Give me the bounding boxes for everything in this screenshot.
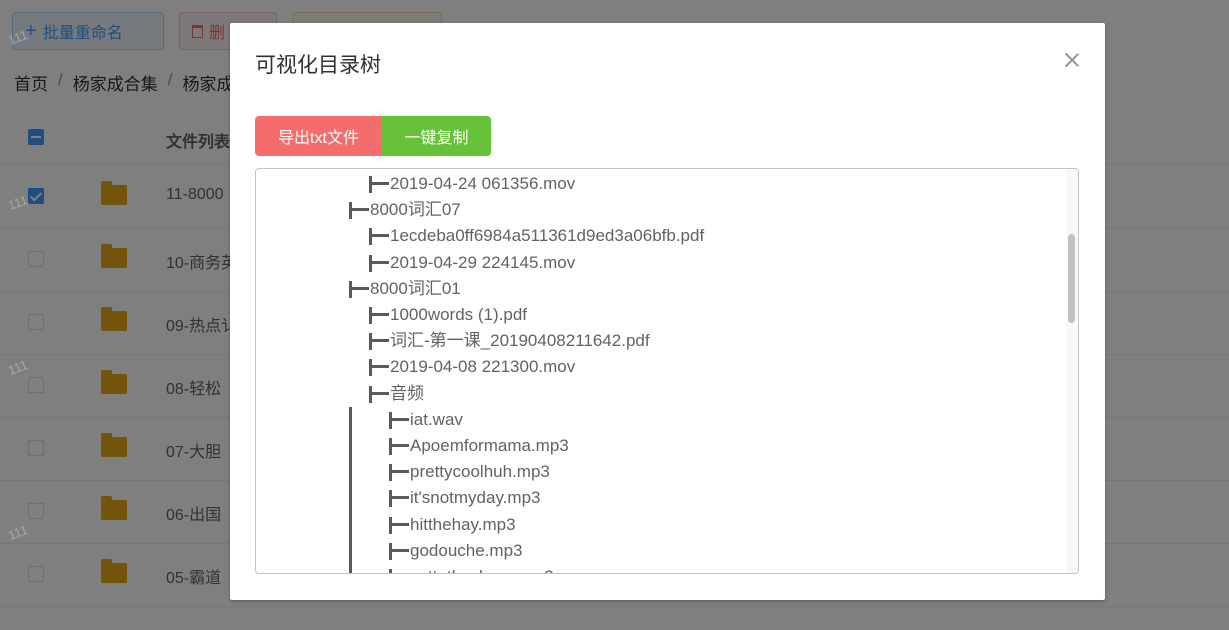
tree-ancestor-bar — [349, 406, 352, 434]
tree-branch-glyph — [391, 496, 409, 500]
tree-branch-glyph — [371, 391, 389, 395]
tree-branch-glyph — [391, 548, 409, 552]
tree-node-label: 8000词汇01 — [370, 278, 461, 298]
scrollbar-thumb[interactable] — [1068, 234, 1075, 323]
tree-ancestor-bar — [349, 433, 352, 460]
tree-branch-glyph — [371, 260, 389, 264]
tree-branch-glyph — [371, 339, 389, 343]
tree-node-label: Apoemformama.mp3 — [410, 436, 569, 455]
copy-all-button[interactable]: 一键复制 — [382, 116, 491, 156]
tree-node-label: 音频 — [390, 383, 424, 403]
tree-branch-glyph — [371, 365, 389, 369]
tree-branch-glyph — [389, 569, 392, 573]
tree-node-label: prettycoolhuh.mp3 — [410, 462, 550, 482]
directory-tree-textarea[interactable]: 2019-04-24 061356.mov 8000词汇07 1ecdeba0ff6… — [255, 168, 1079, 574]
tree-branch-glyph — [391, 444, 409, 447]
tree-node-label: 1ecdeba0ff6984a511361d9ed3a06bfb.pdf — [390, 226, 705, 246]
tree-node-label: cuttothechase.mp3 — [410, 564, 554, 573]
dialog-title: 可视化目录树 — [255, 54, 381, 77]
tree-node-label: iat.wav — [410, 409, 463, 429]
tree-branch-glyph — [391, 522, 409, 526]
tree-node-label: godouche.mp3 — [410, 540, 523, 560]
tree-branch-glyph — [371, 182, 389, 185]
close-icon[interactable] — [1063, 51, 1081, 69]
tree-node-label: 2019-04-29 224145.mov — [390, 252, 576, 272]
tree-branch-glyph — [371, 313, 389, 316]
tree-ancestor-bar — [349, 511, 352, 539]
tree-branch-glyph — [351, 208, 369, 212]
tree-ancestor-bar — [349, 459, 352, 487]
tree-node-label: 词汇-第一课_20190408211642.pdf — [390, 331, 650, 351]
tree-branch-glyph — [391, 417, 409, 421]
scrollbar-track[interactable] — [1066, 169, 1078, 573]
tree-node-label: it'snotmyday.mp3 — [410, 488, 541, 508]
tree-node-label: 8000词汇07 — [370, 200, 461, 220]
tree-node-label: 1000words (1).pdf — [390, 305, 528, 324]
tree-node-label: 2019-04-24 061356.mov — [390, 174, 576, 193]
tree-node-label: 2019-04-08 221300.mov — [390, 357, 576, 377]
tree-ancestor-bar — [349, 485, 352, 513]
tree-ancestor-bar — [349, 537, 352, 565]
tree-branch-glyph — [371, 234, 389, 238]
tree-branch-glyph — [391, 470, 409, 474]
tree-node-label: hitthehay.mp3 — [410, 514, 516, 534]
directory-tree-dialog: 可视化目录树 导出txt文件 一键复制 2019-04-24 061356.mo… — [230, 23, 1105, 600]
export-txt-button[interactable]: 导出txt文件 — [255, 116, 382, 156]
tree-ancestor-bar — [349, 564, 352, 573]
tree-branch-glyph — [351, 286, 369, 290]
